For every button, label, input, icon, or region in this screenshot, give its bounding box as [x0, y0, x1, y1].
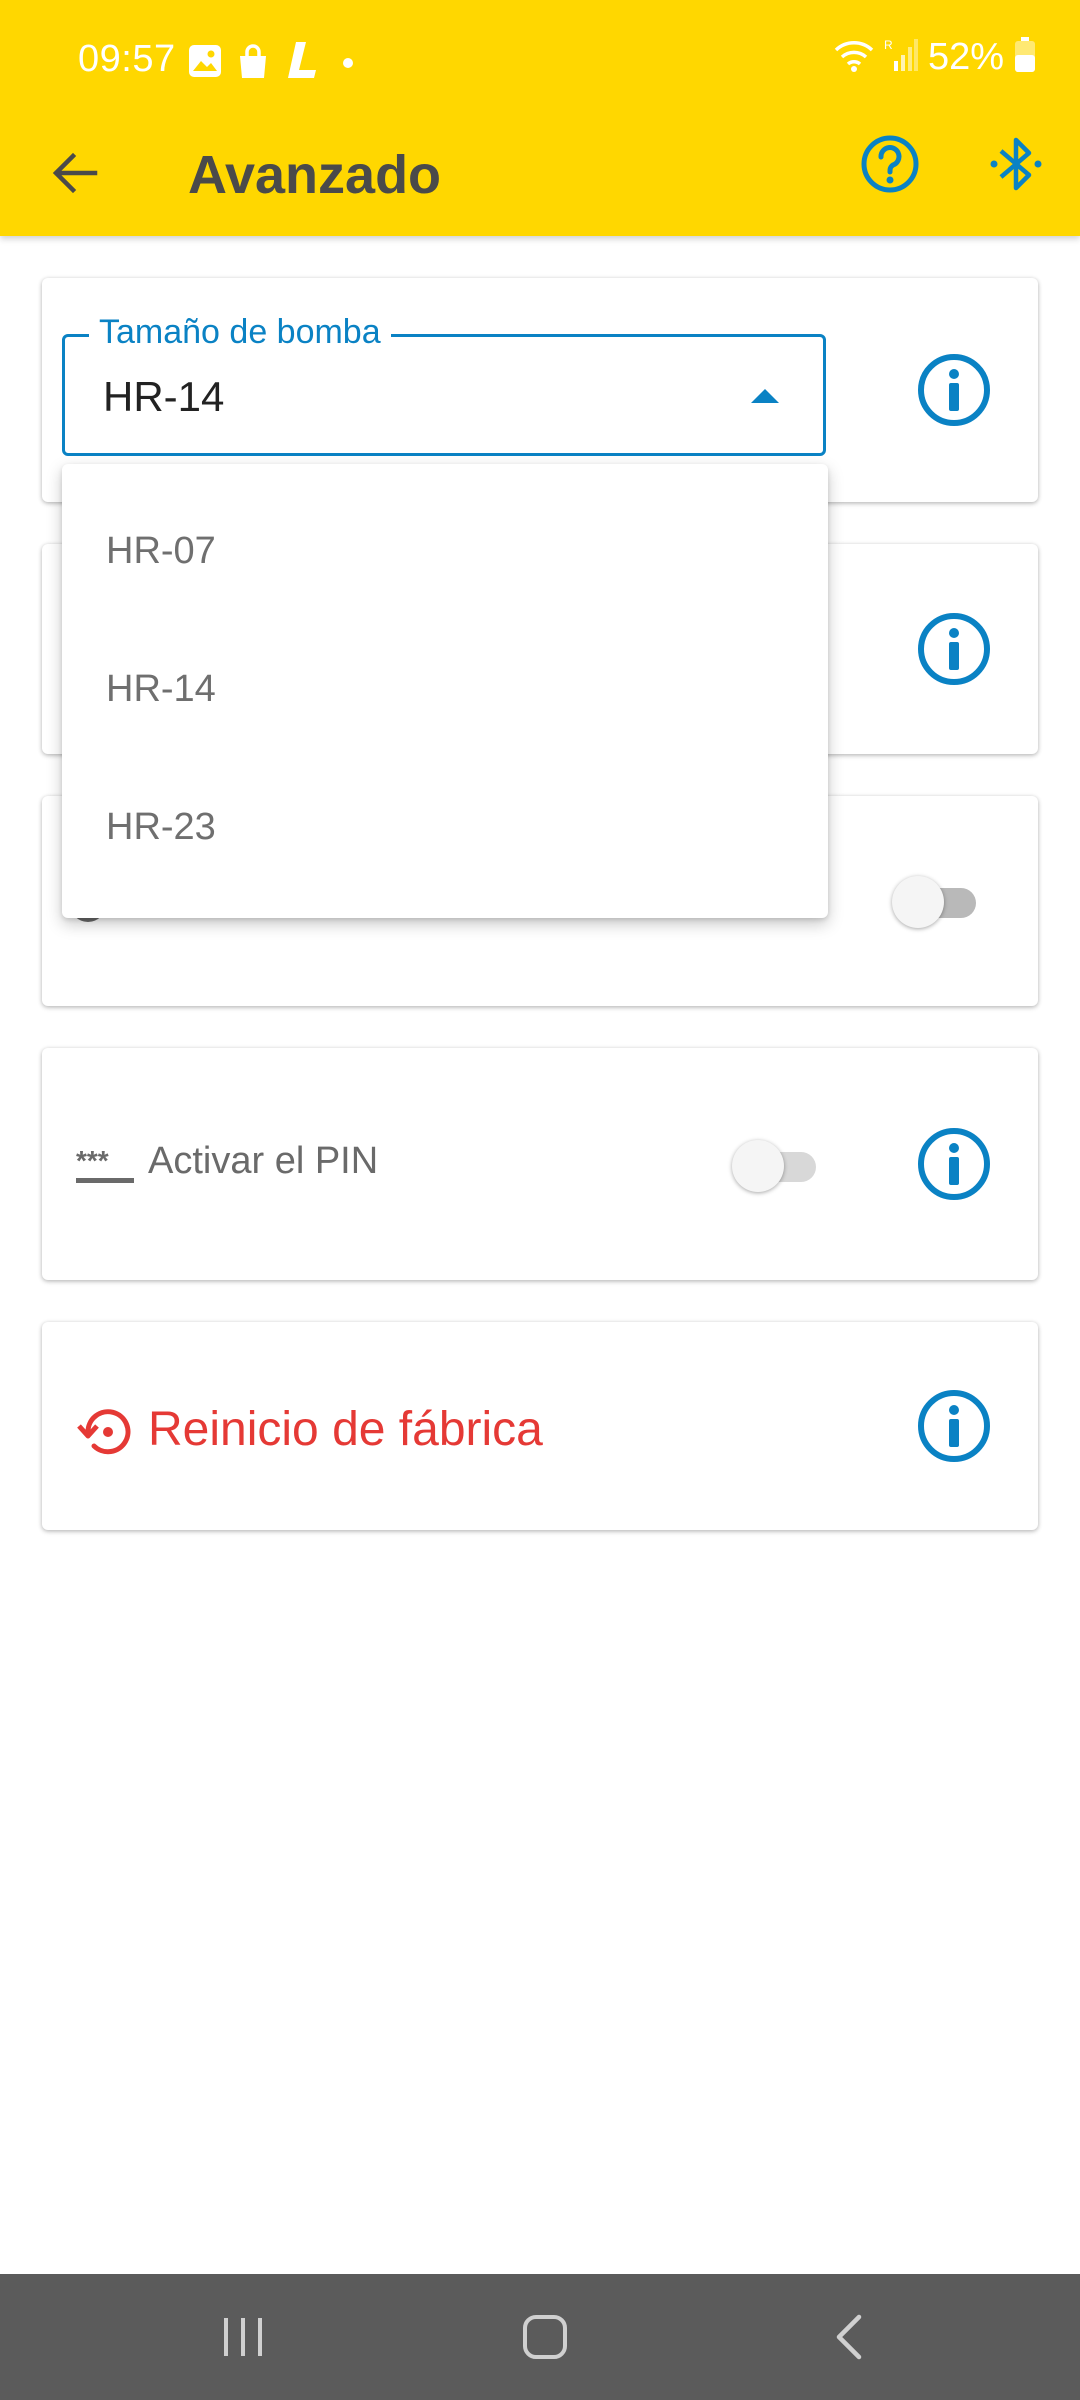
card-3-toggle[interactable]	[892, 876, 982, 928]
help-circle-icon	[861, 135, 919, 193]
pin-card: *** Activar el PIN	[42, 1048, 1038, 1280]
app-bar: Avanzado	[0, 118, 1080, 236]
gallery-icon	[188, 44, 222, 83]
info-icon	[918, 1390, 990, 1462]
restore-icon	[76, 1402, 136, 1462]
l-app-icon	[286, 40, 320, 85]
caret-up-icon	[751, 389, 779, 403]
status-bar: 09:57 R 52%	[0, 0, 1080, 118]
pump-size-label: Tamaño de bomba	[89, 313, 391, 352]
top-header: 09:57 R 52% Avanzado	[0, 0, 1080, 236]
pump-size-dropdown: HR-07 HR-14 HR-23	[62, 464, 828, 918]
factory-reset-card[interactable]: Reinicio de fábrica	[42, 1322, 1038, 1530]
pump-size-select[interactable]: Tamaño de bomba HR-14	[62, 313, 826, 456]
recent-apps-icon	[224, 2318, 262, 2356]
info-icon	[918, 613, 990, 685]
shopping-bag-icon	[236, 44, 270, 85]
toggle-thumb	[732, 1140, 784, 1192]
dropdown-option-hr-14[interactable]: HR-14	[62, 620, 828, 758]
battery-percentage: 52%	[927, 36, 1004, 78]
password-icon: ***	[76, 1145, 134, 1186]
card-2-info-button[interactable]	[914, 609, 994, 689]
dropdown-option-hr-23[interactable]: HR-23	[62, 758, 828, 896]
toggle-thumb	[892, 876, 944, 928]
status-time: 09:57	[78, 38, 176, 80]
factory-reset-label: Reinicio de fábrica	[148, 1403, 543, 1456]
status-right-group: R 52%	[834, 36, 1036, 79]
page-title: Avanzado	[188, 145, 442, 205]
svg-text:R: R	[884, 38, 893, 52]
bluetooth-button[interactable]	[984, 132, 1048, 196]
recent-apps-button[interactable]	[208, 2304, 278, 2370]
system-nav-bar	[0, 2274, 1080, 2400]
info-icon	[918, 1128, 990, 1200]
pump-size-value: HR-14	[103, 373, 225, 420]
dropdown-option-hr-07[interactable]: HR-07	[62, 482, 828, 620]
dot-icon	[342, 56, 354, 74]
arrow-left-icon	[52, 152, 98, 194]
pump-size-info-button[interactable]	[914, 350, 994, 430]
home-button[interactable]	[510, 2304, 580, 2370]
chevron-left-icon	[836, 2314, 862, 2360]
nav-back-button[interactable]	[814, 2304, 884, 2370]
back-button[interactable]	[40, 138, 110, 208]
factory-reset-info-button[interactable]	[914, 1386, 994, 1466]
signal-icon: R	[884, 37, 918, 78]
pin-label: Activar el PIN	[148, 1140, 379, 1182]
info-icon	[918, 354, 990, 426]
pin-toggle[interactable]	[732, 1140, 822, 1192]
bluetooth-icon	[990, 137, 1042, 191]
home-icon	[523, 2315, 567, 2359]
pin-info-button[interactable]	[914, 1124, 994, 1204]
help-button[interactable]	[858, 132, 922, 196]
battery-icon	[1014, 37, 1036, 78]
svg-text:***: ***	[76, 1146, 109, 1176]
wifi-icon	[834, 38, 874, 77]
